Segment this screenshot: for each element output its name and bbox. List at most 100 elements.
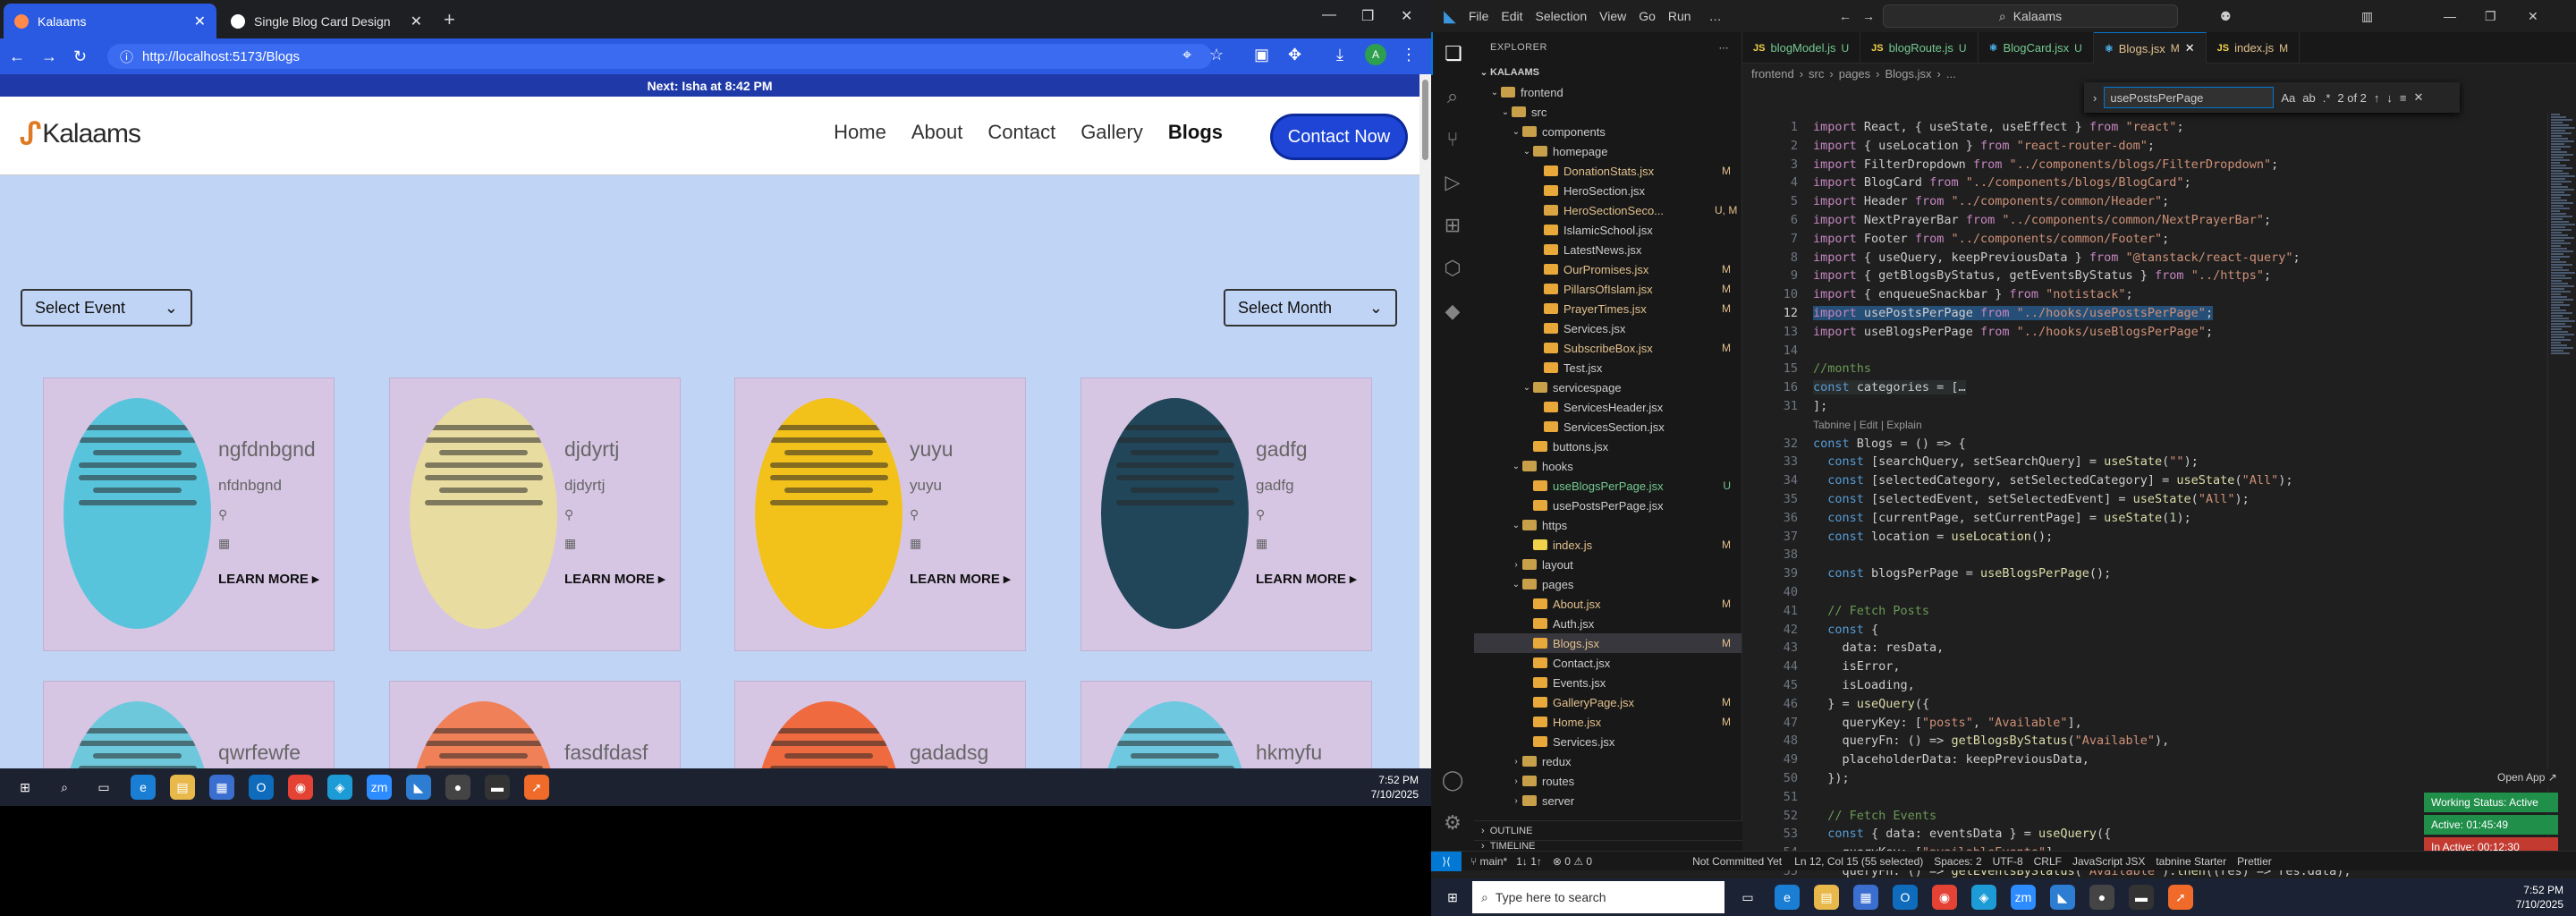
breadcrumb-file[interactable]: Blogs.jsx <box>1885 67 1932 81</box>
editor-tab[interactable]: JS index.js M <box>2207 32 2301 64</box>
find-input[interactable]: usePostsPerPage <box>2104 87 2275 108</box>
tree-folder[interactable]: ⌄ pages <box>1474 574 1741 594</box>
tree-file[interactable]: Home.jsx M <box>1474 712 1741 732</box>
mongodb-icon[interactable]: ◆ <box>1431 290 1474 333</box>
task-view-icon[interactable]: ▭ <box>91 775 116 800</box>
zoom-icon[interactable]: zm <box>367 775 392 800</box>
menu-gallery[interactable]: Gallery <box>1080 121 1143 144</box>
nav-forward-icon[interactable]: → <box>1862 9 1875 23</box>
tree-file[interactable]: LatestNews.jsx <box>1474 240 1741 259</box>
blog-card[interactable]: djdyrtj djdyrtj ⚲ ▦ LEARN MORE ▸ <box>389 377 681 651</box>
command-center-search[interactable]: ⌕ Kalaams <box>1883 4 2178 28</box>
maximize-icon[interactable]: ❐ <box>2485 9 2496 24</box>
taskbar-search-box[interactable]: ⌕ Type here to search <box>1472 881 1724 913</box>
open-app-link[interactable]: Open App ↗ <box>2492 769 2563 785</box>
profile-avatar[interactable]: A <box>1365 44 1386 65</box>
language-status[interactable]: JavaScript JSX <box>2072 855 2145 868</box>
download-icon[interactable]: ⤓ <box>1336 46 1343 64</box>
blog-card[interactable]: gadfg gadfg ⚲ ▦ LEARN MORE ▸ <box>1080 377 1372 651</box>
layout-icon[interactable]: ▥ <box>2361 9 2373 24</box>
search-icon[interactable]: ⌕ <box>52 775 77 800</box>
whole-word-icon[interactable]: ab <box>2302 91 2315 105</box>
browser-tab-kalaams[interactable]: Kalaams ✕ <box>4 4 216 38</box>
tree-file[interactable]: Services.jsx <box>1474 732 1741 751</box>
code-editor[interactable]: 1 import React, { useState, useEffect } f… <box>1742 113 2547 897</box>
file-explorer-icon[interactable]: ▤ <box>170 775 195 800</box>
menu-about[interactable]: About <box>911 121 963 144</box>
learn-more-link[interactable]: LEARN MORE ▸ <box>564 571 665 587</box>
back-icon[interactable]: ← <box>9 47 25 66</box>
cursor-position[interactable]: Ln 12, Col 15 (55 selected) <box>1794 855 1923 868</box>
settings-gear-icon[interactable]: ⚙ <box>1431 802 1474 844</box>
git-blame-status[interactable]: Not Committed Yet <box>1692 855 1782 868</box>
terminal-icon[interactable]: ▬ <box>485 775 510 800</box>
blog-card[interactable]: hkmyfu <box>1080 681 1372 768</box>
explorer-icon[interactable]: ❏ <box>1431 32 1474 75</box>
match-case-icon[interactable]: Aa <box>2281 91 2295 105</box>
tree-file[interactable]: Contact.jsx <box>1474 653 1741 673</box>
breadcrumb-more[interactable]: ... <box>1946 67 1956 81</box>
new-tab-icon[interactable]: + <box>444 8 455 31</box>
close-window-icon[interactable]: ✕ <box>2528 9 2538 24</box>
tree-folder[interactable]: ⌄ components <box>1474 122 1741 141</box>
tree-file[interactable]: ServicesSection.jsx <box>1474 417 1741 437</box>
close-tab-icon[interactable]: ✕ <box>411 13 422 30</box>
timeline-panel[interactable]: › TIMELINE <box>1474 840 1742 852</box>
breadcrumb-frontend[interactable]: frontend <box>1751 67 1794 81</box>
scrollbar-thumb[interactable] <box>1422 80 1428 160</box>
select-event-dropdown[interactable]: Select Event ⌄ <box>21 289 192 327</box>
explorer-more-icon[interactable]: ⋯ <box>1719 42 1730 54</box>
tree-file[interactable]: Auth.jsx <box>1474 614 1741 633</box>
app-icon[interactable]: ◈ <box>1971 885 1996 910</box>
search-icon[interactable]: ⌕ <box>1431 75 1474 118</box>
blog-card-title[interactable]: qwrfewfe <box>218 741 301 765</box>
workspace-root[interactable]: ⌄ KALAAMS <box>1474 63 1741 82</box>
outline-panel[interactable]: › OUTLINE <box>1474 820 1742 840</box>
minimize-icon[interactable]: — <box>2444 9 2456 23</box>
tree-folder[interactable]: › routes <box>1474 771 1741 791</box>
blog-card-title[interactable]: djdyrtj <box>564 437 619 462</box>
run-debug-icon[interactable]: ▷ <box>1431 161 1474 204</box>
encoding-status[interactable]: UTF-8 <box>1993 855 2023 868</box>
tree-folder[interactable]: ⌄ https <box>1474 515 1741 535</box>
tree-folder[interactable]: › server <box>1474 791 1741 810</box>
tree-folder[interactable]: ⌄ src <box>1474 102 1741 122</box>
nav-back-icon[interactable]: ← <box>1839 9 1852 23</box>
blog-card-title[interactable]: fasdfdasf <box>564 741 648 765</box>
remote-icon[interactable]: ⟩⟨ <box>1431 851 1462 871</box>
tree-file[interactable]: HeroSection.jsx <box>1474 181 1741 200</box>
select-month-dropdown[interactable]: Select Month ⌄ <box>1224 289 1397 327</box>
outlook-icon[interactable]: O <box>1893 885 1918 910</box>
sync-status[interactable]: 1↓ 1↑ <box>1516 855 1542 868</box>
store-icon[interactable]: ▦ <box>1853 885 1878 910</box>
menu-file[interactable]: File <box>1469 9 1489 23</box>
menu-view[interactable]: View <box>1599 9 1626 23</box>
outlook-icon[interactable]: O <box>249 775 274 800</box>
close-find-icon[interactable]: ✕ <box>2414 90 2424 105</box>
blog-card[interactable]: ngfdnbgnd nfdnbgnd ⚲ ▦ LEARN MORE ▸ <box>43 377 335 651</box>
tree-file[interactable]: Events.jsx <box>1474 673 1741 692</box>
file-explorer-icon[interactable]: ▤ <box>1814 885 1839 910</box>
source-control-icon[interactable]: ⑂ <box>1431 118 1474 161</box>
chrome-menu-icon[interactable]: ⋮ <box>1401 46 1417 64</box>
prettier-status[interactable]: Prettier <box>2237 855 2272 868</box>
forward-icon[interactable]: → <box>41 47 57 66</box>
tree-file[interactable]: OurPromises.jsx M <box>1474 259 1741 279</box>
minimap[interactable] <box>2547 113 2576 851</box>
tree-file[interactable]: usePostsPerPage.jsx <box>1474 496 1741 515</box>
eol-status[interactable]: CRLF <box>2034 855 2062 868</box>
tree-file[interactable]: Blogs.jsx M <box>1474 633 1741 653</box>
github-desktop-icon[interactable]: ● <box>445 775 470 800</box>
vscode-icon[interactable]: ◣ <box>2050 885 2075 910</box>
editor-tab[interactable]: ⚛ BlogCard.jsx U <box>1979 32 2094 64</box>
postman-icon[interactable]: ➚ <box>524 775 549 800</box>
close-window-icon[interactable]: ✕ <box>1401 7 1412 25</box>
zoom-icon[interactable]: zm <box>2011 885 2036 910</box>
chrome-icon[interactable]: ◉ <box>1932 885 1957 910</box>
tree-folder[interactable]: ⌄ hooks <box>1474 456 1741 476</box>
app-icon[interactable]: ◈ <box>327 775 352 800</box>
task-view-icon[interactable]: ▭ <box>1735 885 1760 910</box>
puzzle-extensions-icon[interactable]: ✥ <box>1288 46 1301 64</box>
blog-card[interactable]: fasdfdasf <box>389 681 681 768</box>
editor-tab[interactable]: JS blogRoute.js U <box>1860 32 1979 64</box>
